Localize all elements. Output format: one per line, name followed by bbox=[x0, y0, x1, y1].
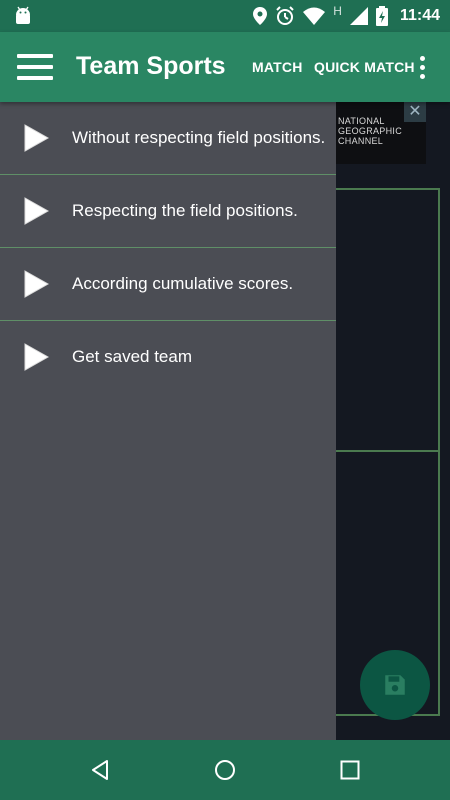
drawer-item-saved-team[interactable]: Get saved team bbox=[0, 321, 336, 393]
android-icon bbox=[16, 6, 30, 24]
drawer-item-label: Get saved team bbox=[72, 347, 193, 366]
status-bar: H 11:44 bbox=[0, 0, 450, 32]
home-icon[interactable] bbox=[213, 758, 237, 782]
play-icon bbox=[24, 343, 50, 371]
alarm-icon bbox=[276, 6, 294, 25]
signal-icon bbox=[349, 7, 368, 25]
drawer-item-cumulative-scores[interactable]: According cumulative scores. bbox=[0, 248, 336, 321]
system-navigation-bar bbox=[0, 740, 450, 800]
wifi-icon bbox=[303, 7, 326, 25]
menu-icon[interactable] bbox=[17, 54, 53, 80]
match-button[interactable]: MATCH bbox=[252, 59, 303, 75]
location-icon bbox=[253, 7, 268, 25]
save-team-button[interactable] bbox=[360, 650, 430, 720]
recents-icon[interactable] bbox=[338, 758, 362, 782]
overflow-menu-icon[interactable] bbox=[420, 56, 426, 82]
battery-icon bbox=[375, 6, 388, 26]
app-bar: Team Sports MATCH QUICK MATCH bbox=[0, 32, 450, 102]
play-icon bbox=[24, 197, 50, 225]
drawer-item-label: Respecting the field positions. bbox=[72, 201, 298, 220]
drawer-item-label: Without respecting field positions. bbox=[72, 128, 326, 147]
quick-match-button[interactable]: QUICK MATCH bbox=[314, 59, 415, 75]
field-outline bbox=[336, 188, 440, 716]
drawer-item-label: According cumulative scores. bbox=[72, 274, 294, 293]
drawer-item-without-positions[interactable]: Without respecting field positions. bbox=[0, 102, 336, 175]
drawer-item-with-positions[interactable]: Respecting the field positions. bbox=[0, 175, 336, 248]
status-time: 11:44 bbox=[399, 7, 440, 24]
app-title: Team Sports bbox=[76, 52, 226, 80]
play-icon bbox=[24, 270, 50, 298]
network-type: H bbox=[333, 4, 342, 18]
ad-close-button[interactable]: ✕ bbox=[404, 102, 426, 122]
save-icon bbox=[385, 675, 405, 695]
field-midline bbox=[336, 450, 440, 452]
back-icon[interactable] bbox=[88, 758, 112, 782]
navigation-drawer: Without respecting field positions. Resp… bbox=[0, 102, 336, 740]
play-icon bbox=[24, 124, 50, 152]
